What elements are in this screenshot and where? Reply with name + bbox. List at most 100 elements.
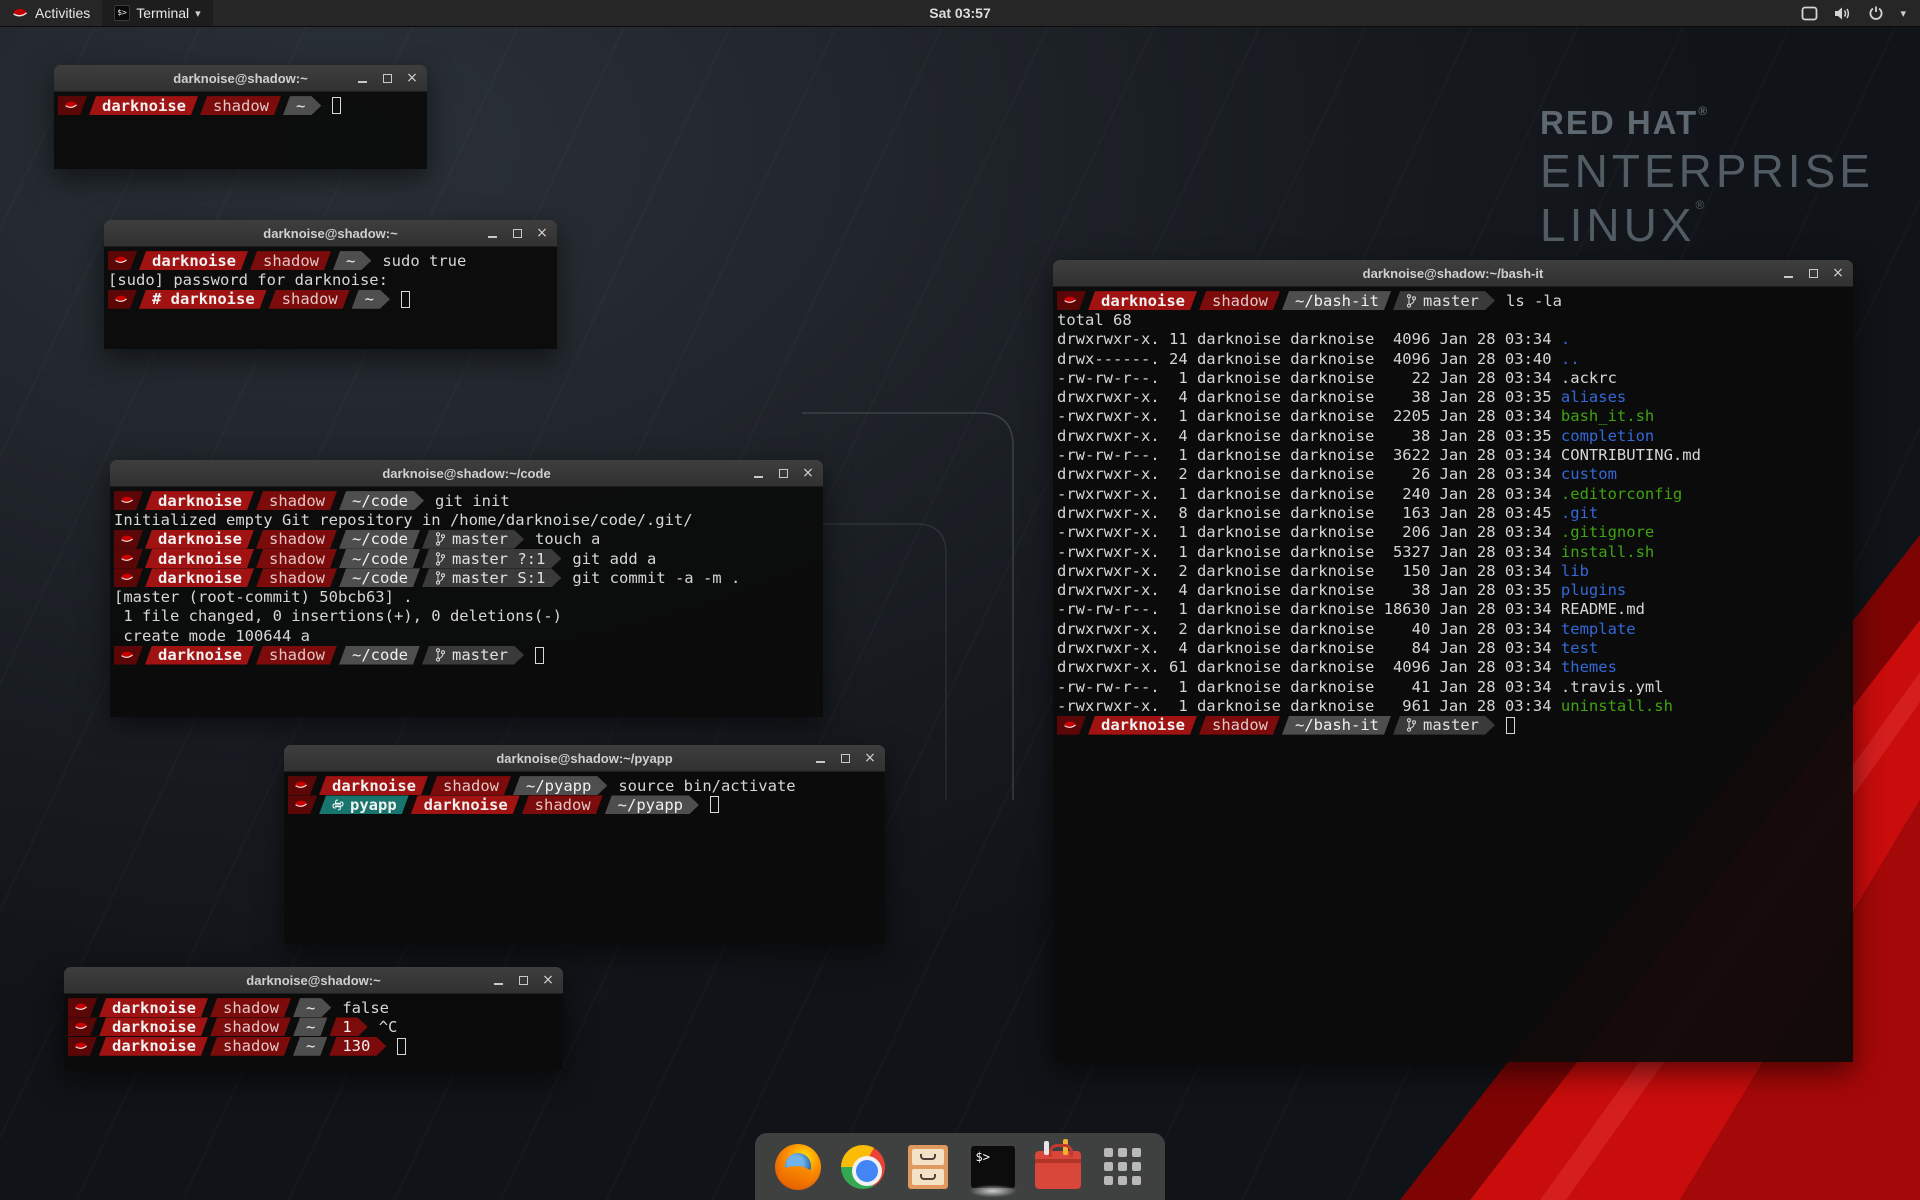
prompt-host-segment: shadow	[1199, 716, 1280, 735]
prompt-host-segment: shadow	[256, 491, 337, 510]
terminal-line: # darknoiseshadow~	[108, 290, 553, 309]
prompt-path-segment: ~/code	[339, 646, 420, 665]
dock-item-files[interactable]	[904, 1143, 952, 1191]
redhat-icon	[114, 255, 128, 266]
running-indicator	[967, 1184, 1019, 1198]
titlebar[interactable]: darknoise@shadow:~ ×	[64, 967, 563, 994]
display-icon[interactable]	[1801, 6, 1818, 21]
minimize-button[interactable]	[485, 226, 499, 240]
maximize-button[interactable]	[776, 466, 790, 480]
prompt-user-segment: darknoise	[1088, 716, 1197, 735]
close-button[interactable]: ×	[1831, 266, 1845, 280]
dock-item-terminal[interactable]: $>	[969, 1143, 1017, 1191]
ls-file-name: ..	[1561, 350, 1580, 368]
titlebar[interactable]: darknoise@shadow:~/code ×	[110, 460, 823, 487]
prompt-git-segment: master	[422, 646, 524, 665]
ls-file-name: .git	[1561, 504, 1598, 522]
terminal-line: create mode 100644 a	[114, 626, 819, 645]
redhat-icon	[120, 650, 134, 661]
terminal-content[interactable]: darknoiseshadow~sudo true[sudo] password…	[104, 247, 557, 349]
prompt-host-segment: shadow	[210, 998, 291, 1017]
terminal-content[interactable]: darknoiseshadow~/codegit initInitialized…	[110, 487, 823, 717]
close-button[interactable]: ×	[801, 466, 815, 480]
prompt-user-segment: darknoise	[145, 530, 254, 549]
rhel-logo-enterprise: ENTERPRISE	[1540, 144, 1874, 198]
titlebar[interactable]: darknoise@shadow:~ ×	[54, 65, 427, 92]
firefox-icon	[775, 1144, 821, 1190]
prompt-exit-code-segment: 130	[329, 1037, 386, 1056]
terminal-window-home-2: darknoise@shadow:~ × darknoiseshadow~fal…	[64, 967, 563, 1070]
terminal-line: darknoiseshadow~/codemaster ?:1git add a	[114, 549, 819, 568]
close-button[interactable]: ×	[535, 226, 549, 240]
power-icon[interactable]	[1868, 5, 1884, 21]
rhel-logo-linux: LINUX	[1540, 199, 1695, 251]
terminal-line: darknoiseshadow~	[58, 96, 423, 115]
terminal-line: darknoiseshadow~130	[68, 1037, 559, 1056]
maximize-button[interactable]	[1806, 266, 1820, 280]
prompt-user-segment: darknoise	[99, 1037, 208, 1056]
terminal-line: drwxrwxr-x. 8 darknoise darknoise 163 Ja…	[1057, 503, 1849, 522]
titlebar[interactable]: darknoise@shadow:~/bash-it ×	[1053, 260, 1853, 287]
maximize-button[interactable]	[510, 226, 524, 240]
prompt-host-segment: shadow	[430, 776, 511, 795]
volume-icon[interactable]	[1834, 6, 1852, 21]
terminal-line: drwxrwxr-x. 4 darknoise darknoise 38 Jan…	[1057, 580, 1849, 599]
maximize-button[interactable]	[380, 71, 394, 85]
gnome-top-bar: Activities $> Terminal ▾ Sat 03:57 ▾	[0, 0, 1920, 27]
ls-line-details: -rw-rw-r--. 1 darknoise darknoise 3622 J…	[1057, 446, 1561, 464]
maximize-button[interactable]	[838, 751, 852, 765]
ls-line-details: drwxrwxr-x. 4 darknoise darknoise 38 Jan…	[1057, 581, 1561, 599]
minimize-button[interactable]	[813, 751, 827, 765]
command-text: ls -la	[1497, 292, 1562, 310]
prompt-host-segment: shadow	[256, 646, 337, 665]
minimize-button[interactable]	[491, 973, 505, 987]
titlebar[interactable]: darknoise@shadow:~ ×	[104, 220, 557, 247]
terminal-content[interactable]: darknoiseshadow~	[54, 92, 427, 169]
maximize-button[interactable]	[516, 973, 530, 987]
clock[interactable]: Sat 03:57	[0, 5, 1920, 21]
file-cabinet-icon	[908, 1145, 948, 1189]
dock-item-firefox[interactable]	[774, 1143, 822, 1191]
redhat-icon	[294, 799, 308, 810]
terminal-cursor	[397, 1038, 406, 1055]
terminal-line: darknoiseshadow~/codemastertouch a	[114, 530, 819, 549]
dock-item-chrome[interactable]	[839, 1143, 887, 1191]
ls-file-name: .editorconfig	[1561, 485, 1682, 503]
terminal-line: drwxrwxr-x. 4 darknoise darknoise 84 Jan…	[1057, 638, 1849, 657]
ls-file-name: lib	[1561, 562, 1589, 580]
prompt-user-segment: darknoise	[145, 646, 254, 665]
ls-line-details: drwxrwxr-x. 4 darknoise darknoise 38 Jan…	[1057, 427, 1561, 445]
chrome-icon	[841, 1145, 885, 1189]
terminal-output-text: Initialized empty Git repository in /hom…	[114, 511, 693, 529]
terminal-content[interactable]: darknoiseshadow~/pyappsource bin/activat…	[284, 772, 885, 944]
command-text: ^C	[370, 1018, 398, 1036]
ls-file-name: bash_it.sh	[1561, 407, 1654, 425]
ls-line-details: -rwxrwxr-x. 1 darknoise darknoise 5327 J…	[1057, 543, 1561, 561]
ls-file-name: .ackrc	[1561, 369, 1617, 387]
terminal-content[interactable]: darknoiseshadow~/bash-itmasterls -latota…	[1053, 287, 1853, 1062]
titlebar[interactable]: darknoise@shadow:~/pyapp ×	[284, 745, 885, 772]
rhel-logo: RED HAT® ENTERPRISE LINUX®	[1540, 104, 1874, 252]
close-button[interactable]: ×	[863, 751, 877, 765]
minimize-button[interactable]	[751, 466, 765, 480]
ls-line-details: -rwxrwxr-x. 1 darknoise darknoise 240 Ja…	[1057, 485, 1561, 503]
prompt-hat-segment	[114, 549, 143, 568]
ls-line-details: -rwxrwxr-x. 1 darknoise darknoise 961 Ja…	[1057, 697, 1561, 715]
close-button[interactable]: ×	[405, 71, 419, 85]
dock-item-app-grid[interactable]	[1099, 1143, 1147, 1191]
terminal-content[interactable]: darknoiseshadow~falsedarknoiseshadow~1^C…	[64, 994, 563, 1070]
minimize-button[interactable]	[355, 71, 369, 85]
ls-line-details: drwxrwxr-x. 2 darknoise darknoise 26 Jan…	[1057, 465, 1561, 483]
prompt-git-segment: master ?:1	[422, 549, 561, 568]
system-menu-chevron-icon[interactable]: ▾	[1900, 7, 1906, 20]
rhel-logo-redhat: RED HAT	[1540, 104, 1698, 141]
terminal-cursor	[535, 647, 544, 664]
terminal-output-text: [sudo] password for darknoise:	[108, 271, 388, 289]
window-title: darknoise@shadow:~	[263, 226, 397, 241]
prompt-path-segment: ~/code	[339, 549, 420, 568]
ls-line-details: drwxrwxr-x. 2 darknoise darknoise 150 Ja…	[1057, 562, 1561, 580]
dock-item-toolbox[interactable]	[1034, 1143, 1082, 1191]
minimize-button[interactable]	[1781, 266, 1795, 280]
close-button[interactable]: ×	[541, 973, 555, 987]
terminal-line: pyappdarknoiseshadow~/pyapp	[288, 795, 881, 814]
